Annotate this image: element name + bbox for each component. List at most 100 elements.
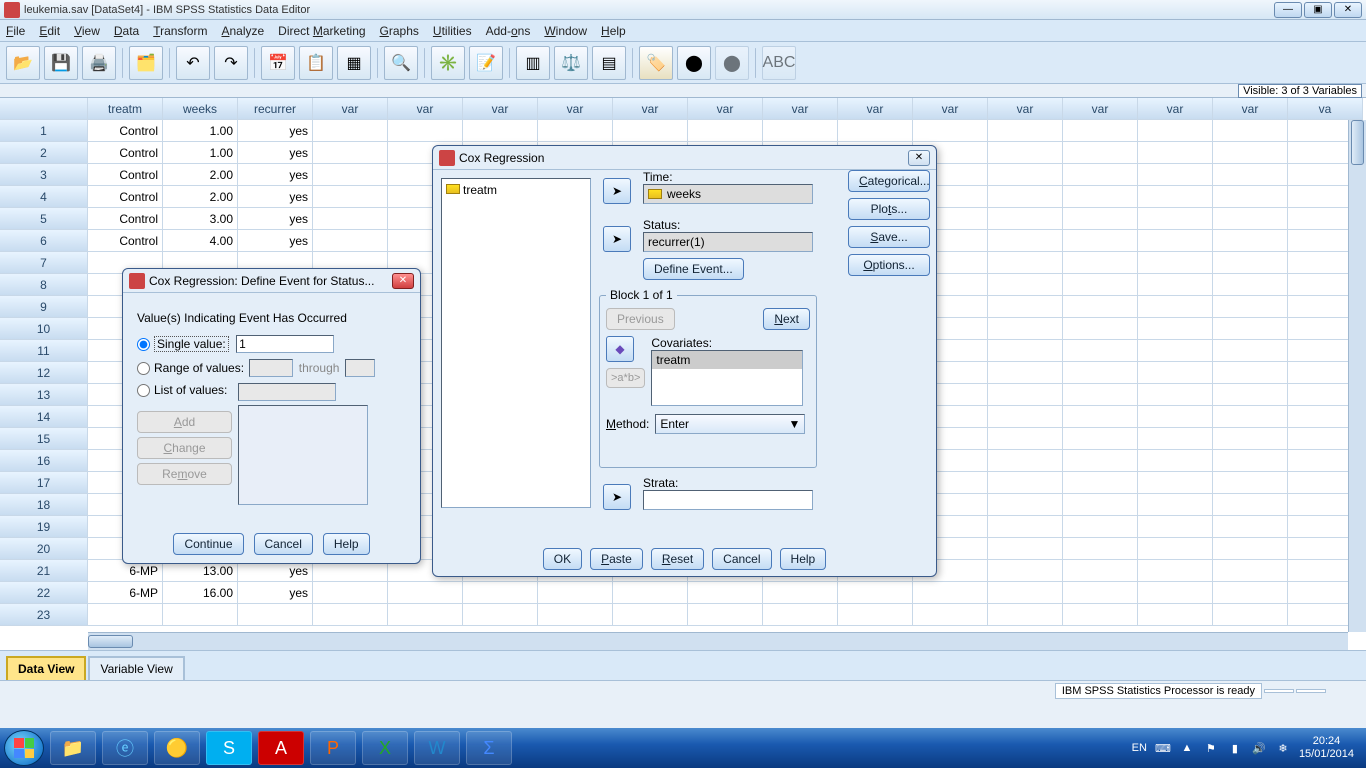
data-cell[interactable]	[1213, 384, 1288, 406]
data-cell[interactable]: 16.00	[163, 582, 238, 604]
data-cell[interactable]	[88, 604, 163, 626]
data-cell[interactable]	[1213, 186, 1288, 208]
start-button[interactable]	[4, 730, 44, 766]
data-cell[interactable]: 1.00	[163, 120, 238, 142]
data-cell[interactable]: yes	[238, 230, 313, 252]
column-header[interactable]: treatm	[88, 98, 163, 120]
menu-direct-marketing[interactable]: Direct Marketing	[278, 24, 365, 38]
data-cell[interactable]: 4.00	[163, 230, 238, 252]
source-variables-list[interactable]: treatm	[441, 178, 591, 508]
data-cell[interactable]	[1213, 362, 1288, 384]
data-cell[interactable]	[1063, 494, 1138, 516]
goto-case-icon[interactable]: 📅	[261, 46, 295, 80]
row-header[interactable]: 22	[0, 582, 88, 604]
data-cell[interactable]	[1138, 472, 1213, 494]
data-cell[interactable]	[1213, 538, 1288, 560]
scroll-thumb[interactable]	[88, 635, 133, 648]
print-icon[interactable]: 🖨️	[82, 46, 116, 80]
list-item[interactable]: treatm	[652, 351, 802, 369]
data-cell[interactable]	[988, 120, 1063, 142]
define-event-button[interactable]: Define Event...	[643, 258, 744, 280]
time-field[interactable]: weeks	[643, 184, 813, 204]
column-header[interactable]: var	[388, 98, 463, 120]
data-cell[interactable]	[913, 120, 988, 142]
minimize-button[interactable]: ―	[1274, 2, 1302, 18]
data-cell[interactable]	[1063, 318, 1138, 340]
close-button[interactable]: ✕	[1334, 2, 1362, 18]
data-cell[interactable]	[988, 516, 1063, 538]
data-cell[interactable]	[1213, 208, 1288, 230]
data-cell[interactable]	[463, 604, 538, 626]
data-cell[interactable]	[1138, 252, 1213, 274]
data-cell[interactable]	[1063, 164, 1138, 186]
row-header[interactable]: 19	[0, 516, 88, 538]
tray-app-icon[interactable]: ❄	[1275, 740, 1291, 756]
column-header[interactable]: var	[538, 98, 613, 120]
row-header[interactable]: 1	[0, 120, 88, 142]
data-cell[interactable]	[1138, 516, 1213, 538]
data-cell[interactable]	[613, 582, 688, 604]
data-cell[interactable]	[1063, 582, 1138, 604]
data-cell[interactable]	[1138, 538, 1213, 560]
list-item[interactable]: treatm	[446, 183, 586, 197]
data-cell[interactable]	[1213, 318, 1288, 340]
task-skype[interactable]: S	[206, 731, 252, 765]
data-cell[interactable]	[1063, 472, 1138, 494]
column-header[interactable]: var	[313, 98, 388, 120]
menu-file[interactable]: File	[6, 24, 25, 38]
data-cell[interactable]	[1213, 472, 1288, 494]
data-cell[interactable]	[763, 120, 838, 142]
data-cell[interactable]	[388, 604, 463, 626]
data-cell[interactable]	[1213, 494, 1288, 516]
help-button[interactable]: Help	[780, 548, 827, 570]
data-cell[interactable]	[388, 582, 463, 604]
data-cell[interactable]	[1138, 208, 1213, 230]
select-cases-icon[interactable]: ▤	[592, 46, 626, 80]
open-icon[interactable]: 📂	[6, 46, 40, 80]
options-button[interactable]: Options...	[848, 254, 930, 276]
insert-cases-icon[interactable]: ✳️	[431, 46, 465, 80]
column-header[interactable]: var	[1213, 98, 1288, 120]
data-cell[interactable]	[1138, 142, 1213, 164]
data-cell[interactable]	[313, 582, 388, 604]
data-cell[interactable]	[1063, 340, 1138, 362]
row-header[interactable]: 8	[0, 274, 88, 296]
menu-data[interactable]: Data	[114, 24, 139, 38]
data-cell[interactable]	[1138, 296, 1213, 318]
column-header[interactable]: var	[988, 98, 1063, 120]
data-cell[interactable]: 1.00	[163, 142, 238, 164]
network-icon[interactable]: ▮	[1227, 740, 1243, 756]
menu-help[interactable]: Help	[601, 24, 626, 38]
data-cell[interactable]	[1213, 230, 1288, 252]
data-cell[interactable]	[1063, 186, 1138, 208]
data-cell[interactable]	[988, 318, 1063, 340]
data-cell[interactable]: 6-MP	[88, 582, 163, 604]
data-cell[interactable]	[463, 582, 538, 604]
categorical-button[interactable]: Categorical...	[848, 170, 930, 192]
data-cell[interactable]	[1063, 450, 1138, 472]
menu-edit[interactable]: Edit	[39, 24, 60, 38]
data-cell[interactable]	[988, 582, 1063, 604]
column-header[interactable]: var	[613, 98, 688, 120]
data-cell[interactable]: Control	[88, 208, 163, 230]
data-cell[interactable]	[538, 120, 613, 142]
data-cell[interactable]	[1138, 428, 1213, 450]
task-adobe[interactable]: A	[258, 731, 304, 765]
column-header[interactable]: var	[838, 98, 913, 120]
menu-addons[interactable]: Add-ons	[486, 24, 531, 38]
chevron-up-icon[interactable]: ▲	[1179, 740, 1195, 756]
move-to-time-button[interactable]: ➤	[603, 178, 631, 204]
data-cell[interactable]	[1213, 164, 1288, 186]
find-icon[interactable]: 🔍	[384, 46, 418, 80]
data-cell[interactable]	[1213, 120, 1288, 142]
data-cell[interactable]	[988, 472, 1063, 494]
column-header[interactable]: var	[913, 98, 988, 120]
data-cell[interactable]	[313, 208, 388, 230]
move-to-strata-button[interactable]: ➤	[603, 484, 631, 510]
list-radio[interactable]: List of values:	[137, 383, 232, 397]
data-cell[interactable]	[1138, 450, 1213, 472]
recall-dialog-icon[interactable]: 🗂️	[129, 46, 163, 80]
data-cell[interactable]: yes	[238, 208, 313, 230]
data-cell[interactable]	[1138, 164, 1213, 186]
data-cell[interactable]	[988, 208, 1063, 230]
